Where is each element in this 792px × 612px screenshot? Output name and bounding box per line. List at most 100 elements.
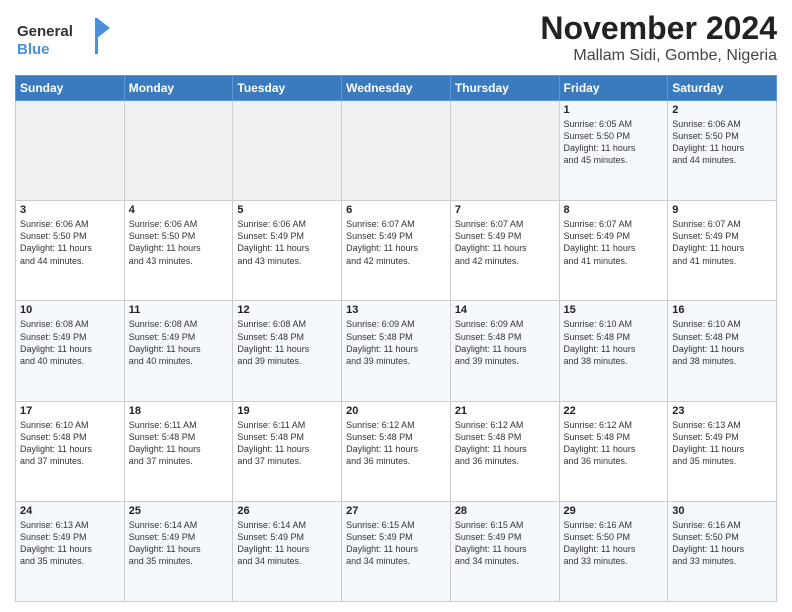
calendar-title: November 2024 — [540, 10, 777, 47]
header-sunday: Sunday — [16, 76, 125, 101]
day-info: Sunrise: 6:06 AM Sunset: 5:50 PM Dayligh… — [672, 118, 772, 167]
logo-text: General Blue — [15, 14, 110, 67]
day-number: 18 — [129, 405, 229, 417]
calendar-header-row: Sunday Monday Tuesday Wednesday Thursday… — [16, 76, 777, 101]
day-info: Sunrise: 6:11 AM Sunset: 5:48 PM Dayligh… — [129, 419, 229, 468]
day-info: Sunrise: 6:15 AM Sunset: 5:49 PM Dayligh… — [346, 519, 446, 568]
calendar-subtitle: Mallam Sidi, Gombe, Nigeria — [540, 47, 777, 65]
day-number: 1 — [564, 104, 664, 116]
header: General Blue November 2024 Mallam Sidi, … — [15, 10, 777, 67]
day-number: 27 — [346, 505, 446, 517]
table-row — [124, 101, 233, 201]
table-row: 25Sunrise: 6:14 AM Sunset: 5:49 PM Dayli… — [124, 501, 233, 601]
day-info: Sunrise: 6:06 AM Sunset: 5:49 PM Dayligh… — [237, 218, 337, 267]
day-info: Sunrise: 6:12 AM Sunset: 5:48 PM Dayligh… — [564, 419, 664, 468]
day-number: 24 — [20, 505, 120, 517]
table-row: 12Sunrise: 6:08 AM Sunset: 5:48 PM Dayli… — [233, 301, 342, 401]
day-info: Sunrise: 6:07 AM Sunset: 5:49 PM Dayligh… — [672, 218, 772, 267]
table-row — [450, 101, 559, 201]
day-info: Sunrise: 6:07 AM Sunset: 5:49 PM Dayligh… — [455, 218, 555, 267]
table-row: 18 Sunrise: 6:11 AM Sunset: 5:48 PM Dayli… — [124, 401, 233, 501]
day-number: 16 — [672, 304, 772, 316]
day-number: 3 — [20, 204, 120, 216]
table-row — [342, 101, 451, 201]
day-number: 17 — [20, 405, 120, 417]
table-row: 16 Sunrise: 6:10 AM Sunset: 5:48 PM Dayli… — [668, 301, 777, 401]
day-number: 11 — [129, 304, 229, 316]
day-info: Sunrise: 6:06 AM Sunset: 5:50 PM Dayligh… — [129, 218, 229, 267]
day-number: 9 — [672, 204, 772, 216]
table-row: 4 Sunrise: 6:06 AM Sunset: 5:50 PM Daylig… — [124, 201, 233, 301]
table-row: 17 Sunrise: 6:10 AM Sunset: 5:48 PM Dayli… — [16, 401, 125, 501]
table-row: 13Sunrise: 6:09 AM Sunset: 5:48 PM Dayli… — [342, 301, 451, 401]
calendar-table: Sunday Monday Tuesday Wednesday Thursday… — [15, 75, 777, 602]
day-number: 28 — [455, 505, 555, 517]
day-number: 22 — [564, 405, 664, 417]
table-row: 30 Sunrise: 6:16 AM Sunset: 5:50 PM Dayli… — [668, 501, 777, 601]
svg-text:Blue: Blue — [17, 41, 50, 58]
table-row: 11 Sunrise: 6:08 AM Sunset: 5:49 PM Dayli… — [124, 301, 233, 401]
day-info: Sunrise: 6:12 AM Sunset: 5:48 PM Dayligh… — [455, 419, 555, 468]
day-info: Sunrise: 6:09 AM Sunset: 5:48 PM Dayligh… — [455, 318, 555, 367]
day-info: Sunrise: 6:13 AM Sunset: 5:49 PM Dayligh… — [20, 519, 120, 568]
table-row: 1 Sunrise: 6:05 AM Sunset: 5:50 PM Daylig… — [559, 101, 668, 201]
day-info: Sunrise: 6:14 AM Sunset: 5:49 PM Dayligh… — [129, 519, 229, 568]
table-row: 7 Sunrise: 6:07 AM Sunset: 5:49 PM Daylig… — [450, 201, 559, 301]
table-row: 14 Sunrise: 6:09 AM Sunset: 5:48 PM Dayli… — [450, 301, 559, 401]
day-number: 19 — [237, 405, 337, 417]
day-info: Sunrise: 6:16 AM Sunset: 5:50 PM Dayligh… — [672, 519, 772, 568]
day-info: Sunrise: 6:10 AM Sunset: 5:48 PM Dayligh… — [672, 318, 772, 367]
day-info: Sunrise: 6:16 AM Sunset: 5:50 PM Dayligh… — [564, 519, 664, 568]
table-row: 24 Sunrise: 6:13 AM Sunset: 5:49 PM Dayli… — [16, 501, 125, 601]
day-number: 20 — [346, 405, 446, 417]
table-row — [16, 101, 125, 201]
table-row: 22 Sunrise: 6:12 AM Sunset: 5:48 PM Dayli… — [559, 401, 668, 501]
day-number: 23 — [672, 405, 772, 417]
day-info: Sunrise: 6:08 AM Sunset: 5:49 PM Dayligh… — [20, 318, 120, 367]
day-number: 6 — [346, 204, 446, 216]
table-row: 8 Sunrise: 6:07 AM Sunset: 5:49 PM Daylig… — [559, 201, 668, 301]
calendar-week-row: 10 Sunrise: 6:08 AM Sunset: 5:49 PM Dayli… — [16, 301, 777, 401]
day-number: 4 — [129, 204, 229, 216]
page: General Blue November 2024 Mallam Sidi, … — [0, 0, 792, 612]
day-info: Sunrise: 6:14 AM Sunset: 5:49 PM Dayligh… — [237, 519, 337, 568]
day-info: Sunrise: 6:06 AM Sunset: 5:50 PM Dayligh… — [20, 218, 120, 267]
table-row: 9 Sunrise: 6:07 AM Sunset: 5:49 PM Daylig… — [668, 201, 777, 301]
table-row: 5 Sunrise: 6:06 AM Sunset: 5:49 PM Daylig… — [233, 201, 342, 301]
day-number: 30 — [672, 505, 772, 517]
day-number: 5 — [237, 204, 337, 216]
day-number: 14 — [455, 304, 555, 316]
svg-text:General: General — [17, 23, 73, 40]
calendar-week-row: 17 Sunrise: 6:10 AM Sunset: 5:48 PM Dayli… — [16, 401, 777, 501]
day-info: Sunrise: 6:07 AM Sunset: 5:49 PM Dayligh… — [346, 218, 446, 267]
day-number: 7 — [455, 204, 555, 216]
header-saturday: Saturday — [668, 76, 777, 101]
table-row: 2 Sunrise: 6:06 AM Sunset: 5:50 PM Daylig… — [668, 101, 777, 201]
day-number: 8 — [564, 204, 664, 216]
header-friday: Friday — [559, 76, 668, 101]
day-number: 26 — [237, 505, 337, 517]
day-info: Sunrise: 6:10 AM Sunset: 5:48 PM Dayligh… — [564, 318, 664, 367]
day-info: Sunrise: 6:15 AM Sunset: 5:49 PM Dayligh… — [455, 519, 555, 568]
header-tuesday: Tuesday — [233, 76, 342, 101]
header-wednesday: Wednesday — [342, 76, 451, 101]
table-row: 10 Sunrise: 6:08 AM Sunset: 5:49 PM Dayli… — [16, 301, 125, 401]
day-number: 13 — [346, 304, 446, 316]
day-info: Sunrise: 6:08 AM Sunset: 5:49 PM Dayligh… — [129, 318, 229, 367]
table-row: 29Sunrise: 6:16 AM Sunset: 5:50 PM Dayli… — [559, 501, 668, 601]
table-row: 23Sunrise: 6:13 AM Sunset: 5:49 PM Dayli… — [668, 401, 777, 501]
day-number: 2 — [672, 104, 772, 116]
day-info: Sunrise: 6:05 AM Sunset: 5:50 PM Dayligh… — [564, 118, 664, 167]
table-row: 6 Sunrise: 6:07 AM Sunset: 5:49 PM Daylig… — [342, 201, 451, 301]
day-info: Sunrise: 6:12 AM Sunset: 5:48 PM Dayligh… — [346, 419, 446, 468]
header-thursday: Thursday — [450, 76, 559, 101]
table-row: 27 Sunrise: 6:15 AM Sunset: 5:49 PM Dayli… — [342, 501, 451, 601]
day-number: 12 — [237, 304, 337, 316]
title-block: November 2024 Mallam Sidi, Gombe, Nigeri… — [540, 10, 777, 65]
calendar-week-row: 3 Sunrise: 6:06 AM Sunset: 5:50 PM Daylig… — [16, 201, 777, 301]
day-info: Sunrise: 6:10 AM Sunset: 5:48 PM Dayligh… — [20, 419, 120, 468]
table-row: 21Sunrise: 6:12 AM Sunset: 5:48 PM Dayli… — [450, 401, 559, 501]
day-number: 10 — [20, 304, 120, 316]
table-row — [233, 101, 342, 201]
day-info: Sunrise: 6:07 AM Sunset: 5:49 PM Dayligh… — [564, 218, 664, 267]
